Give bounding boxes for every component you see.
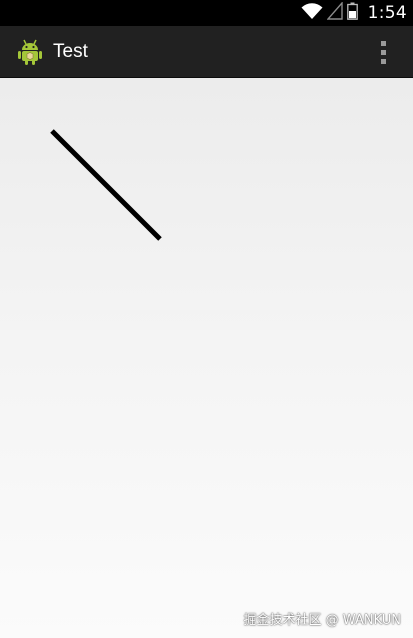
drawing-canvas[interactable]: [0, 78, 413, 638]
status-icons: 1:54: [301, 0, 407, 26]
status-bar: 1:54: [0, 0, 413, 26]
app-title: Test: [53, 41, 88, 62]
overflow-menu-icon: [380, 40, 386, 46]
status-time: 1:54: [367, 3, 407, 23]
android-icon[interactable]: [16, 38, 44, 66]
wifi-icon: [301, 2, 323, 25]
battery-icon: [346, 2, 358, 25]
drawn-line: [50, 129, 162, 241]
overflow-dot: [380, 58, 386, 64]
content-area[interactable]: 掘金技术社区 @ WANKUN: [0, 78, 413, 638]
cell-signal-icon: [326, 0, 343, 25]
overflow-menu-button[interactable]: [373, 38, 393, 66]
watermark: 掘金技术社区 @ WANKUN: [243, 613, 401, 628]
overflow-dot: [380, 49, 386, 55]
action-bar: Test: [0, 26, 413, 78]
